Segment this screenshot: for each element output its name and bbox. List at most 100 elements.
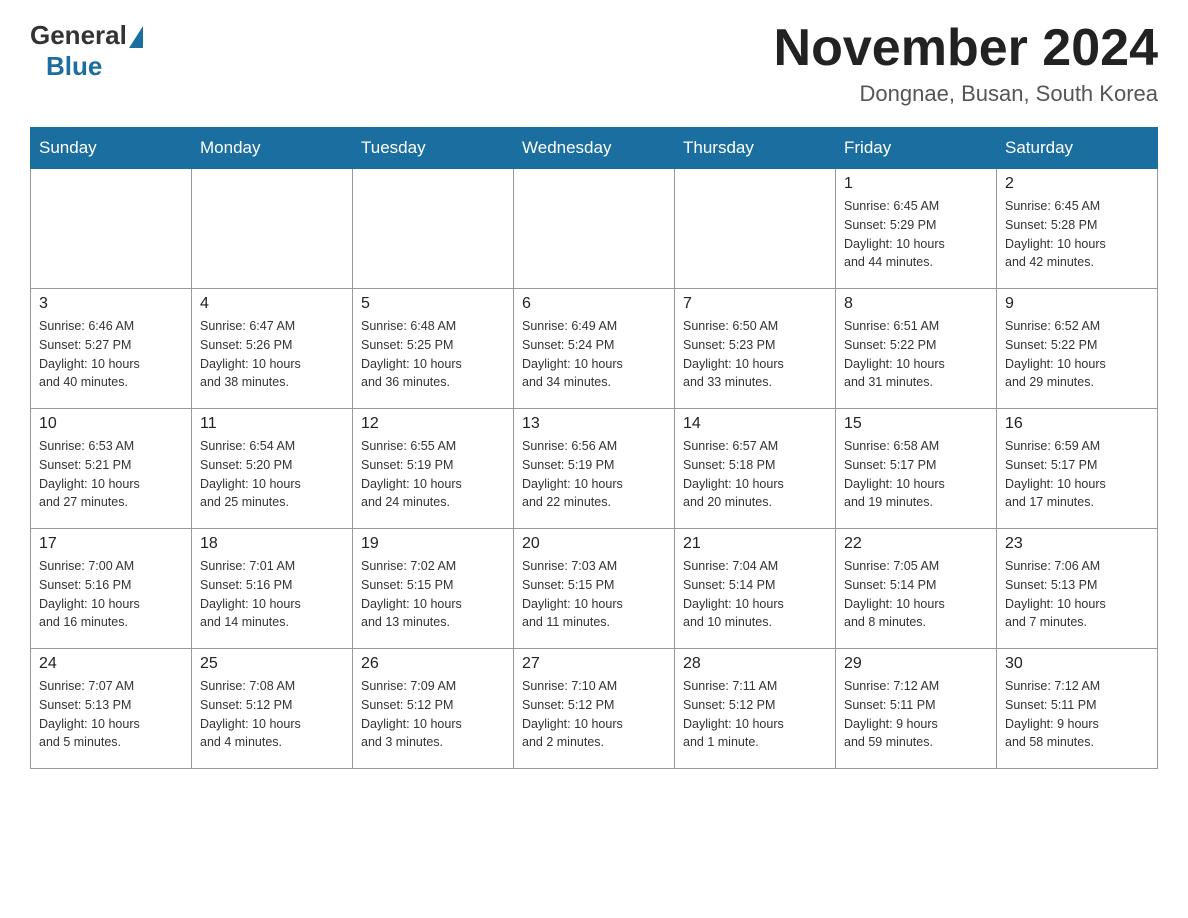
calendar-week-row: 3Sunrise: 6:46 AM Sunset: 5:27 PM Daylig… xyxy=(31,289,1158,409)
calendar-cell: 22 Sunrise: 7:05 AM Sunset: 5:14 PM Dayli… xyxy=(836,529,997,649)
day-info: Sunrise: 7:07 AM Sunset: 5:13 PM Dayligh… xyxy=(39,677,183,752)
calendar-cell: 28 Sunrise: 7:11 AM Sunset: 5:12 PM Dayli… xyxy=(675,649,836,769)
day-info: Sunrise: 6:55 AM Sunset: 5:19 PM Dayligh… xyxy=(361,437,505,512)
calendar-week-row: 1Sunrise: 6:45 AM Sunset: 5:29 PM Daylig… xyxy=(31,169,1158,289)
day-number: 4 xyxy=(200,295,344,313)
page-header: General Blue November 2024 Dongnae, Busa… xyxy=(30,20,1158,107)
calendar-cell: 12 Sunrise: 6:55 AM Sunset: 5:19 PM Dayli… xyxy=(353,409,514,529)
calendar-table: SundayMondayTuesdayWednesdayThursdayFrid… xyxy=(30,127,1158,769)
calendar-cell: 20 Sunrise: 7:03 AM Sunset: 5:15 PM Dayli… xyxy=(514,529,675,649)
calendar-cell: 15Sunrise: 6:58 AM Sunset: 5:17 PM Dayli… xyxy=(836,409,997,529)
calendar-cell: 10Sunrise: 6:53 AM Sunset: 5:21 PM Dayli… xyxy=(31,409,192,529)
calendar-cell: 16 Sunrise: 6:59 AM Sunset: 5:17 PM Dayli… xyxy=(997,409,1158,529)
day-info: Sunrise: 7:11 AM Sunset: 5:12 PM Dayligh… xyxy=(683,677,827,752)
day-number: 12 xyxy=(361,415,505,433)
day-number: 8 xyxy=(844,295,988,313)
calendar-week-row: 17 Sunrise: 7:00 AM Sunset: 5:16 PM Dayli… xyxy=(31,529,1158,649)
day-number: 3 xyxy=(39,295,183,313)
day-number: 9 xyxy=(1005,295,1149,313)
day-of-week-header: Thursday xyxy=(675,128,836,169)
calendar-header-row: SundayMondayTuesdayWednesdayThursdayFrid… xyxy=(31,128,1158,169)
day-info: Sunrise: 7:12 AM Sunset: 5:11 PM Dayligh… xyxy=(1005,677,1149,752)
day-info: Sunrise: 6:47 AM Sunset: 5:26 PM Dayligh… xyxy=(200,317,344,392)
day-number: 20 xyxy=(522,535,666,553)
day-of-week-header: Tuesday xyxy=(353,128,514,169)
calendar-cell: 18Sunrise: 7:01 AM Sunset: 5:16 PM Dayli… xyxy=(192,529,353,649)
day-info: Sunrise: 7:09 AM Sunset: 5:12 PM Dayligh… xyxy=(361,677,505,752)
day-number: 21 xyxy=(683,535,827,553)
day-info: Sunrise: 7:00 AM Sunset: 5:16 PM Dayligh… xyxy=(39,557,183,632)
day-info: Sunrise: 7:05 AM Sunset: 5:14 PM Dayligh… xyxy=(844,557,988,632)
day-of-week-header: Sunday xyxy=(31,128,192,169)
day-number: 23 xyxy=(1005,535,1149,553)
day-number: 16 xyxy=(1005,415,1149,433)
day-number: 22 xyxy=(844,535,988,553)
day-number: 6 xyxy=(522,295,666,313)
calendar-cell: 23 Sunrise: 7:06 AM Sunset: 5:13 PM Dayli… xyxy=(997,529,1158,649)
day-info: Sunrise: 6:56 AM Sunset: 5:19 PM Dayligh… xyxy=(522,437,666,512)
calendar-cell: 6 Sunrise: 6:49 AM Sunset: 5:24 PM Daylig… xyxy=(514,289,675,409)
day-info: Sunrise: 7:06 AM Sunset: 5:13 PM Dayligh… xyxy=(1005,557,1149,632)
calendar-cell xyxy=(675,169,836,289)
day-number: 17 xyxy=(39,535,183,553)
day-info: Sunrise: 6:52 AM Sunset: 5:22 PM Dayligh… xyxy=(1005,317,1149,392)
day-info: Sunrise: 7:04 AM Sunset: 5:14 PM Dayligh… xyxy=(683,557,827,632)
day-info: Sunrise: 7:10 AM Sunset: 5:12 PM Dayligh… xyxy=(522,677,666,752)
day-number: 24 xyxy=(39,655,183,673)
day-of-week-header: Friday xyxy=(836,128,997,169)
calendar-cell: 30 Sunrise: 7:12 AM Sunset: 5:11 PM Dayli… xyxy=(997,649,1158,769)
day-number: 11 xyxy=(200,415,344,433)
calendar-cell: 7 Sunrise: 6:50 AM Sunset: 5:23 PM Daylig… xyxy=(675,289,836,409)
calendar-cell: 29Sunrise: 7:12 AM Sunset: 5:11 PM Dayli… xyxy=(836,649,997,769)
day-number: 26 xyxy=(361,655,505,673)
day-info: Sunrise: 6:51 AM Sunset: 5:22 PM Dayligh… xyxy=(844,317,988,392)
calendar-cell: 13 Sunrise: 6:56 AM Sunset: 5:19 PM Dayli… xyxy=(514,409,675,529)
day-number: 30 xyxy=(1005,655,1149,673)
day-number: 10 xyxy=(39,415,183,433)
title-block: November 2024 Dongnae, Busan, South Kore… xyxy=(774,20,1158,107)
day-number: 28 xyxy=(683,655,827,673)
day-number: 29 xyxy=(844,655,988,673)
day-info: Sunrise: 7:03 AM Sunset: 5:15 PM Dayligh… xyxy=(522,557,666,632)
day-info: Sunrise: 7:02 AM Sunset: 5:15 PM Dayligh… xyxy=(361,557,505,632)
calendar-cell: 3Sunrise: 6:46 AM Sunset: 5:27 PM Daylig… xyxy=(31,289,192,409)
day-number: 5 xyxy=(361,295,505,313)
day-of-week-header: Monday xyxy=(192,128,353,169)
day-info: Sunrise: 6:45 AM Sunset: 5:28 PM Dayligh… xyxy=(1005,197,1149,272)
calendar-cell xyxy=(514,169,675,289)
day-number: 19 xyxy=(361,535,505,553)
calendar-cell: 8 Sunrise: 6:51 AM Sunset: 5:22 PM Daylig… xyxy=(836,289,997,409)
logo-blue-text: Blue xyxy=(46,51,102,82)
day-number: 7 xyxy=(683,295,827,313)
calendar-cell: 14 Sunrise: 6:57 AM Sunset: 5:18 PM Dayli… xyxy=(675,409,836,529)
calendar-cell xyxy=(31,169,192,289)
day-info: Sunrise: 7:08 AM Sunset: 5:12 PM Dayligh… xyxy=(200,677,344,752)
day-number: 2 xyxy=(1005,175,1149,193)
calendar-cell: 19 Sunrise: 7:02 AM Sunset: 5:15 PM Dayli… xyxy=(353,529,514,649)
calendar-cell: 5 Sunrise: 6:48 AM Sunset: 5:25 PM Daylig… xyxy=(353,289,514,409)
day-number: 25 xyxy=(200,655,344,673)
day-number: 27 xyxy=(522,655,666,673)
day-of-week-header: Wednesday xyxy=(514,128,675,169)
day-number: 13 xyxy=(522,415,666,433)
calendar-cell xyxy=(192,169,353,289)
calendar-week-row: 24 Sunrise: 7:07 AM Sunset: 5:13 PM Dayli… xyxy=(31,649,1158,769)
calendar-cell: 24 Sunrise: 7:07 AM Sunset: 5:13 PM Dayli… xyxy=(31,649,192,769)
day-info: Sunrise: 6:48 AM Sunset: 5:25 PM Dayligh… xyxy=(361,317,505,392)
calendar-cell xyxy=(353,169,514,289)
day-of-week-header: Saturday xyxy=(997,128,1158,169)
day-info: Sunrise: 6:49 AM Sunset: 5:24 PM Dayligh… xyxy=(522,317,666,392)
day-info: Sunrise: 6:57 AM Sunset: 5:18 PM Dayligh… xyxy=(683,437,827,512)
calendar-cell: 9 Sunrise: 6:52 AM Sunset: 5:22 PM Daylig… xyxy=(997,289,1158,409)
day-number: 14 xyxy=(683,415,827,433)
day-number: 1 xyxy=(844,175,988,193)
calendar-cell: 25 Sunrise: 7:08 AM Sunset: 5:12 PM Dayli… xyxy=(192,649,353,769)
calendar-cell: 21 Sunrise: 7:04 AM Sunset: 5:14 PM Dayli… xyxy=(675,529,836,649)
logo-general-text: General xyxy=(30,20,127,51)
logo: General Blue xyxy=(30,20,143,82)
day-info: Sunrise: 7:01 AM Sunset: 5:16 PM Dayligh… xyxy=(200,557,344,632)
day-info: Sunrise: 6:59 AM Sunset: 5:17 PM Dayligh… xyxy=(1005,437,1149,512)
logo-triangle-icon xyxy=(129,26,143,48)
calendar-cell: 11Sunrise: 6:54 AM Sunset: 5:20 PM Dayli… xyxy=(192,409,353,529)
day-info: Sunrise: 6:50 AM Sunset: 5:23 PM Dayligh… xyxy=(683,317,827,392)
